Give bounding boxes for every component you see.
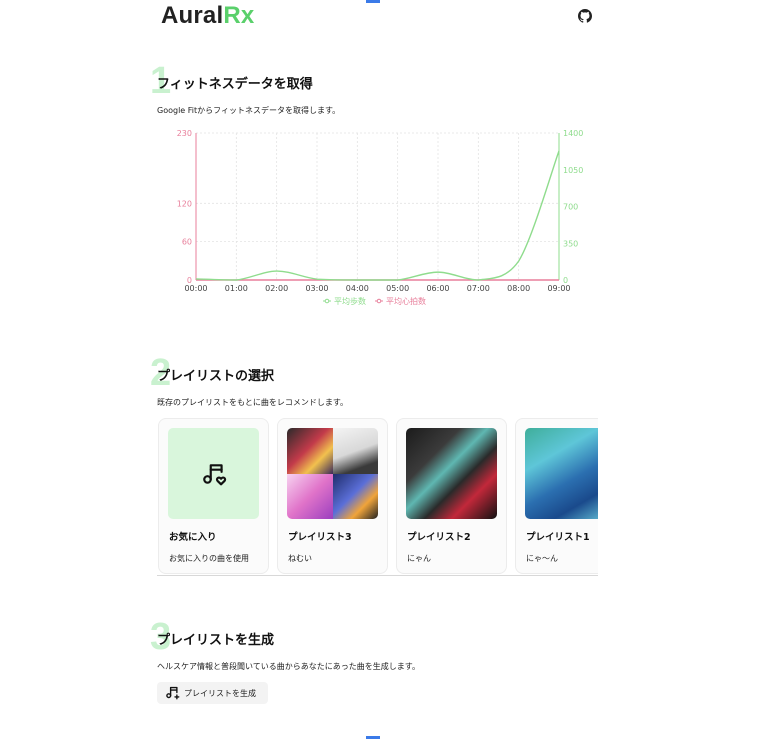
- y-right-tick-label: 1400: [563, 129, 583, 138]
- playlist-card-favorites[interactable]: お気に入り お気に入りの曲を使用: [158, 418, 269, 574]
- x-tick-label: 00:00: [184, 284, 207, 293]
- generate-playlist-label: プレイリストを生成: [184, 689, 256, 698]
- playlist-subtitle: ねむい: [288, 554, 312, 563]
- music-plus-icon: [166, 686, 180, 700]
- generate-playlist-button[interactable]: プレイリストを生成: [157, 682, 268, 704]
- playlist-subtitle: お気に入りの曲を使用: [169, 554, 249, 563]
- scroll-indicator-top: [366, 0, 380, 3]
- section3-title: プレイリストを生成: [157, 633, 275, 648]
- section2-description: 既存のプレイリストをもとに曲をレコメンドします。: [157, 398, 349, 407]
- playlist-carousel[interactable]: お気に入り お気に入りの曲を使用 プレイリスト3 ねむい プレイリスト2 にゃん…: [157, 418, 598, 576]
- y-left-tick-label: 230: [177, 129, 192, 138]
- x-tick-label: 01:00: [225, 284, 248, 293]
- legend-marker-dot: [324, 298, 330, 304]
- logo-text-rx: Rx: [223, 2, 255, 29]
- legend-marker-dot: [376, 298, 382, 304]
- y-right-tick-label: 700: [563, 203, 578, 212]
- x-tick-label: 08:00: [507, 284, 530, 293]
- playlist-subtitle: にゃん: [407, 554, 431, 563]
- playlist-subtitle: にゃ〜ん: [526, 554, 558, 563]
- series-line-steps: [195, 150, 560, 281]
- y-right-tick-label: 1050: [563, 166, 583, 175]
- playlist-artwork-3: [287, 428, 378, 519]
- playlist-card-1[interactable]: プレイリスト1 にゃ〜ん: [515, 418, 598, 574]
- scroll-indicator-bottom: [366, 736, 380, 739]
- x-tick-label: 06:00: [426, 284, 449, 293]
- legend-label: 平均心拍数: [386, 296, 426, 306]
- music-heart-icon: [203, 464, 227, 486]
- y-left-tick-label: 60: [182, 238, 192, 247]
- github-icon[interactable]: [578, 9, 592, 23]
- playlist-artwork-2: [406, 428, 497, 519]
- playlist-artwork-1: [525, 428, 598, 519]
- x-tick-label: 09:00: [547, 284, 570, 293]
- section1-title: フィットネスデータを取得: [157, 77, 313, 92]
- legend-label: 平均歩数: [334, 296, 366, 306]
- playlist-name: プレイリスト1: [526, 532, 590, 543]
- y-left-tick-label: 120: [177, 199, 192, 208]
- fitness-chart: 06012023003507001050140000:00 01:00 02:00 0…: [177, 129, 584, 306]
- x-tick-label: 02:00: [265, 284, 288, 293]
- x-tick-label: 07:00: [467, 284, 490, 293]
- playlist-card-2[interactable]: プレイリスト2 にゃん: [396, 418, 507, 574]
- logo-text-aural: Aural: [161, 2, 224, 29]
- section3-description: ヘルスケア情報と普段聞いている曲からあなたにあった曲を生成します。: [157, 662, 420, 671]
- x-tick-label: 05:00: [386, 284, 409, 293]
- section1-description: Google Fitからフィットネスデータを取得します。: [157, 106, 341, 115]
- x-tick-label: 03:00: [305, 284, 328, 293]
- section2-title: プレイリストの選択: [157, 369, 275, 384]
- playlist-card-3[interactable]: プレイリスト3 ねむい: [277, 418, 388, 574]
- playlist-thumbnail-favorites: [168, 428, 259, 519]
- playlist-name: プレイリスト3: [288, 532, 352, 543]
- y-right-tick-label: 350: [563, 239, 578, 248]
- playlist-name: プレイリスト2: [407, 532, 471, 543]
- x-tick-label: 04:00: [346, 284, 369, 293]
- app-logo[interactable]: AuralRx: [161, 2, 254, 30]
- playlist-name: お気に入り: [169, 532, 217, 543]
